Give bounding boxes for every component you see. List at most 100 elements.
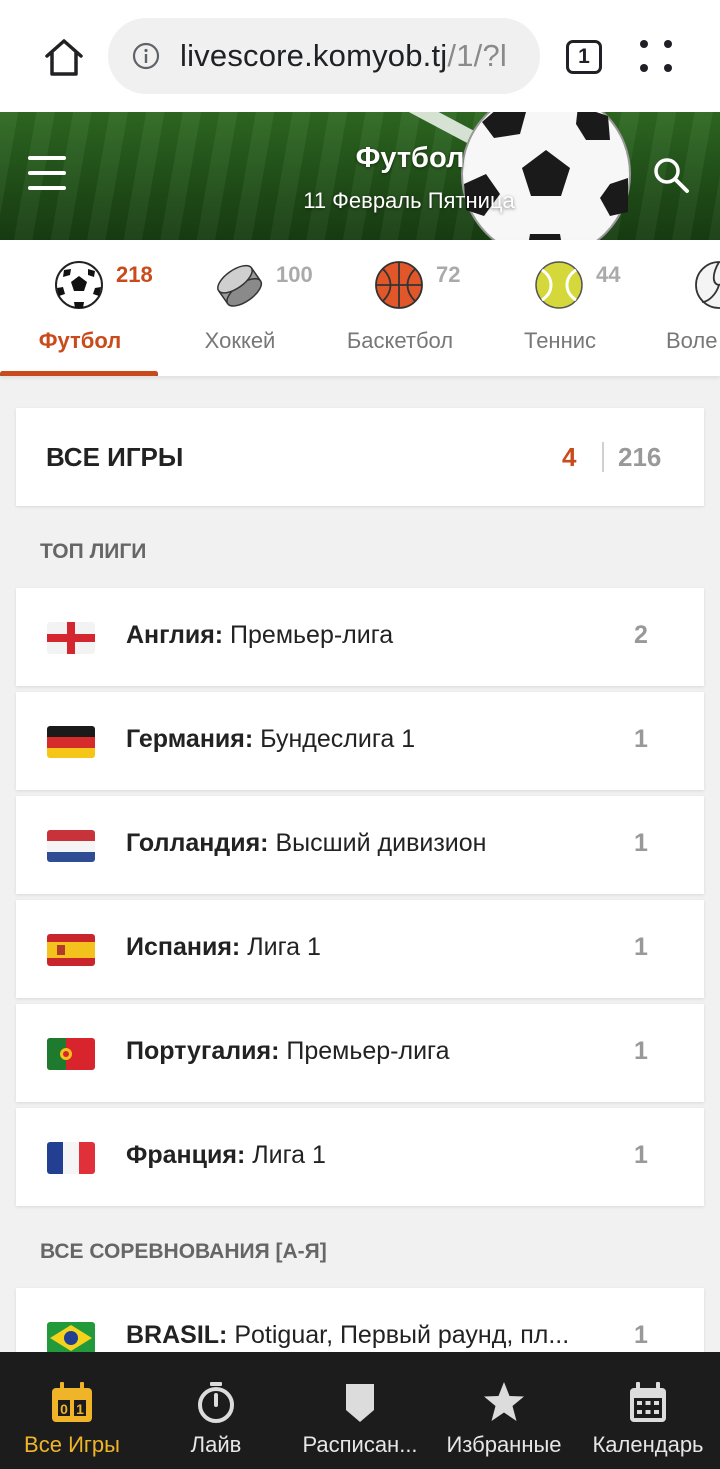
tab-count: 44 (596, 262, 621, 287)
nav-label: Расписан... (302, 1432, 418, 1457)
shield-icon (346, 1384, 374, 1422)
tab-label: Воле (666, 328, 718, 353)
league-country: Голландия: (126, 829, 269, 857)
all-games-title: ВСЕ ИГРЫ (46, 442, 184, 472)
league-country: Португалия: (126, 1037, 280, 1065)
league-title: Премьер-лига (279, 1037, 450, 1065)
tab-count: 100 (276, 262, 313, 287)
league-name: Испания: Лига 1 (126, 933, 616, 962)
tab-label: Хоккей (204, 328, 276, 353)
tab-football[interactable]: 218 Футбол (0, 240, 160, 376)
league-count: 1 (634, 1321, 648, 1349)
tab-hockey[interactable]: 100 Хоккей (160, 240, 320, 376)
svg-text:0: 0 (60, 1401, 68, 1417)
svg-text:1: 1 (76, 1401, 84, 1417)
germany-flag-icon (47, 726, 95, 758)
sport-header: Футбол 11 Февраль Пятница (0, 112, 720, 240)
page-date: 11 Февраль Пятница (303, 188, 515, 213)
league-name: Германия: Бундеслига 1 (126, 725, 616, 754)
league-country: Англия: (126, 621, 224, 649)
tab-label: Баскетбол (346, 328, 454, 353)
england-flag-icon (47, 622, 95, 654)
volleyball-icon (695, 261, 720, 309)
league-row-england[interactable]: Англия: Премьер-лига 2 (16, 588, 704, 686)
tab-tennis[interactable]: 44 Теннис (480, 240, 640, 376)
info-icon[interactable] (132, 42, 160, 70)
league-count: 1 (634, 725, 648, 753)
league-row-germany[interactable]: Германия: Бундеслига 1 1 (16, 692, 704, 790)
league-row-france[interactable]: Франция: Лига 1 1 (16, 1108, 704, 1206)
tab-switcher-button[interactable]: 1 (566, 40, 602, 74)
soccer-ball-icon (55, 261, 103, 309)
spain-flag-icon (47, 934, 95, 966)
league-row-portugal[interactable]: Португалия: Премьер-лига 1 (16, 1004, 704, 1102)
stopwatch-icon (198, 1382, 234, 1423)
active-tab-indicator (0, 371, 158, 376)
star-icon (484, 1382, 524, 1421)
tennis-ball-icon (535, 261, 583, 309)
home-icon[interactable] (40, 34, 88, 82)
live-count: 4 (562, 442, 577, 472)
tab-label: Футбол (38, 328, 122, 353)
nav-label: Все Игры (24, 1432, 120, 1457)
url-text: livescore.komyob.tj/1/?l (180, 38, 507, 74)
portugal-flag-icon (47, 1038, 95, 1070)
france-flag-icon (47, 1142, 95, 1174)
tab-count: 72 (436, 262, 461, 287)
url-path: /1/?l (447, 38, 508, 73)
netherlands-flag-icon (47, 830, 95, 862)
top-leagues-heading: ТОП ЛИГИ (40, 540, 147, 563)
nav-live[interactable]: Лайв (144, 1352, 288, 1469)
league-title: Лига 1 (240, 933, 321, 961)
nav-calendar[interactable]: Календарь (576, 1352, 720, 1469)
bottom-navigation: 0 1 Все Игры Лайв Расписан... Избранные (0, 1352, 720, 1469)
league-country: BRASIL: (126, 1321, 228, 1349)
soccer-ball-image (461, 112, 631, 240)
league-title: Премьер-лига (223, 621, 394, 649)
brazil-flag-icon (47, 1322, 95, 1354)
search-icon[interactable] (652, 156, 690, 194)
nav-label: Избранные (446, 1432, 562, 1457)
league-count: 1 (634, 1141, 648, 1169)
all-competitions-heading: ВСЕ СОРЕВНОВАНИЯ [А-Я] (40, 1240, 327, 1263)
tab-label: Теннис (523, 328, 597, 353)
nav-label: Лайв (190, 1432, 242, 1457)
basketball-icon (375, 261, 423, 309)
league-title: Бундеслига 1 (253, 725, 416, 753)
browser-toolbar: livescore.komyob.tj/1/?l 1 (0, 0, 720, 112)
calendar-icon (630, 1382, 666, 1422)
league-name: BRASIL: Potiguar, Первый раунд, пл... (126, 1321, 616, 1350)
tab-count: 218 (116, 262, 153, 287)
league-count: 1 (634, 933, 648, 961)
nav-favorites[interactable]: Избранные (432, 1352, 576, 1469)
league-title: Лига 1 (245, 1141, 326, 1169)
league-title: Высший дивизион (268, 829, 487, 857)
page-title: Футбол (355, 142, 465, 174)
league-name: Франция: Лига 1 (126, 1141, 616, 1170)
total-count: 216 (618, 442, 662, 472)
tab-volleyball[interactable]: Воле (640, 240, 720, 376)
league-country: Германия: (126, 725, 254, 753)
all-games-card[interactable]: ВСЕ ИГРЫ 4 216 (16, 408, 704, 506)
address-bar[interactable]: livescore.komyob.tj/1/?l (108, 18, 540, 94)
league-count: 1 (634, 1037, 648, 1065)
league-name: Англия: Премьер-лига (126, 621, 616, 650)
league-count: 1 (634, 829, 648, 857)
scoreboard-icon: 0 1 (52, 1382, 92, 1422)
league-title: Potiguar, Первый раунд, пл... (227, 1321, 570, 1349)
sport-tabs: 218 Футбол 100 Хоккей 72 Баскетбол 44 Те… (0, 240, 720, 376)
league-name: Португалия: Премьер-лига (126, 1037, 616, 1066)
league-row-netherlands[interactable]: Голландия: Высший дивизион 1 (16, 796, 704, 894)
tab-basketball[interactable]: 72 Баскетбол (320, 240, 480, 376)
more-options-icon[interactable] (636, 36, 676, 76)
url-domain: livescore.komyob.tj (180, 38, 448, 73)
league-count: 2 (634, 621, 648, 649)
league-country: Франция: (126, 1141, 246, 1169)
nav-label: Календарь (592, 1432, 704, 1457)
nav-all-games[interactable]: 0 1 Все Игры (0, 1352, 144, 1469)
divider (602, 442, 604, 472)
hockey-puck-icon (217, 264, 263, 307)
nav-schedule[interactable]: Расписан... (288, 1352, 432, 1469)
league-row-spain[interactable]: Испания: Лига 1 1 (16, 900, 704, 998)
league-name: Голландия: Высший дивизион (126, 829, 616, 858)
